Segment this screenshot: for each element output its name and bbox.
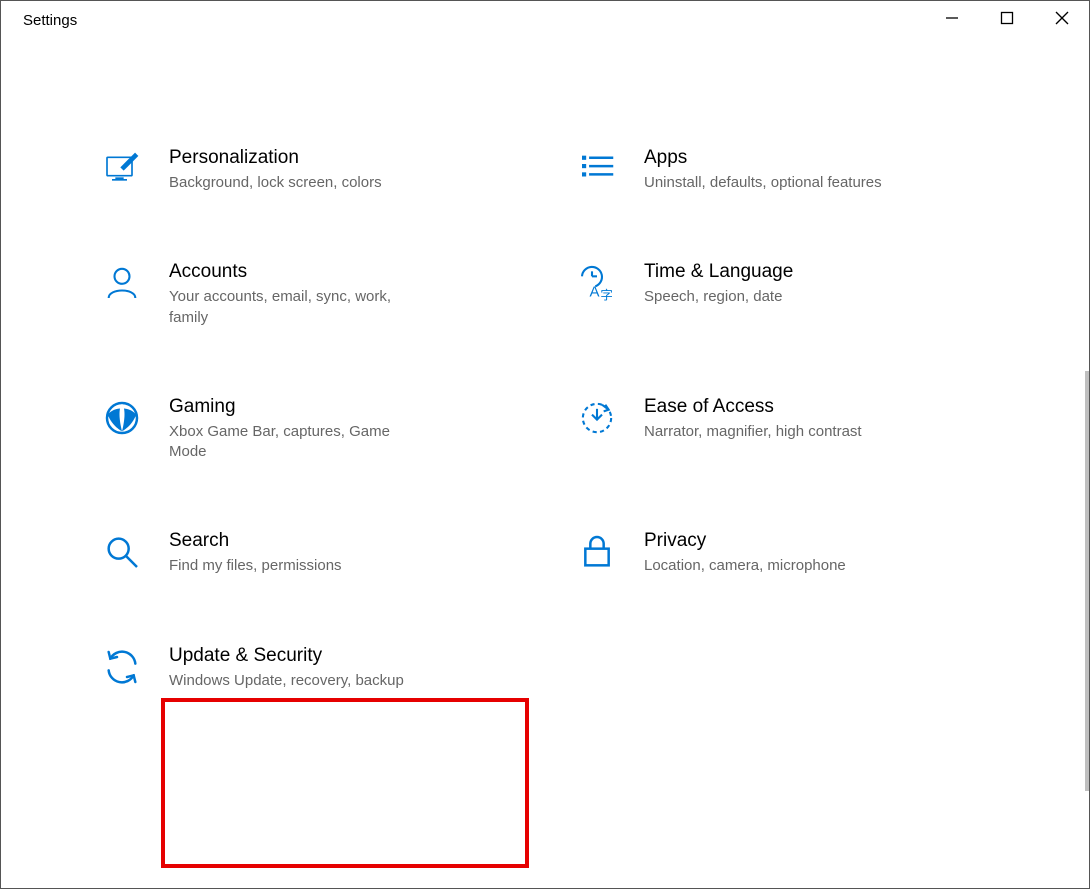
settings-grid: Personalization Background, lock screen,… bbox=[45, 39, 1045, 699]
svg-text:字: 字 bbox=[600, 288, 613, 303]
titlebar: Settings bbox=[1, 1, 1089, 39]
minimize-button[interactable] bbox=[924, 1, 979, 39]
search-icon bbox=[97, 530, 147, 572]
tile-heading: Personalization bbox=[169, 147, 429, 169]
window-title: Settings bbox=[23, 12, 77, 29]
tile-heading: Privacy bbox=[644, 530, 904, 552]
highlight-update-security bbox=[161, 698, 529, 868]
tile-accounts[interactable]: Accounts Your accounts, email, sync, wor… bbox=[85, 253, 530, 336]
tile-time-language[interactable]: A 字 Time & Language Speech, region, date bbox=[560, 253, 1005, 336]
maximize-icon bbox=[1000, 11, 1014, 25]
tile-sub: Find my files, permissions bbox=[169, 556, 429, 576]
tile-ease-of-access[interactable]: Ease of Access Narrator, magnifier, high… bbox=[560, 388, 1005, 471]
tile-personalization[interactable]: Personalization Background, lock screen,… bbox=[85, 139, 530, 201]
time-language-icon: A 字 bbox=[572, 261, 622, 303]
tile-sub: Speech, region, date bbox=[644, 287, 904, 307]
scrollbar[interactable] bbox=[1085, 371, 1089, 791]
tile-heading: Gaming bbox=[169, 396, 429, 418]
settings-window: Settings Personalization Background, loc… bbox=[0, 0, 1090, 889]
accounts-icon bbox=[97, 261, 147, 303]
tile-heading: Time & Language bbox=[644, 261, 904, 283]
tile-sub: Location, camera, microphone bbox=[644, 556, 904, 576]
tile-sub: Windows Update, recovery, backup bbox=[169, 671, 429, 691]
tile-apps[interactable]: Apps Uninstall, defaults, optional featu… bbox=[560, 139, 1005, 201]
tile-search[interactable]: Search Find my files, permissions bbox=[85, 522, 530, 584]
privacy-icon bbox=[572, 530, 622, 572]
personalization-icon bbox=[97, 147, 147, 189]
minimize-icon bbox=[945, 11, 959, 25]
tile-heading: Search bbox=[169, 530, 429, 552]
tile-heading: Update & Security bbox=[169, 645, 429, 667]
maximize-button[interactable] bbox=[979, 1, 1034, 39]
tile-sub: Narrator, magnifier, high contrast bbox=[644, 422, 904, 442]
tile-heading: Ease of Access bbox=[644, 396, 904, 418]
close-icon bbox=[1055, 11, 1069, 25]
tile-sub: Xbox Game Bar, captures, Game Mode bbox=[169, 422, 429, 463]
tile-heading: Accounts bbox=[169, 261, 429, 283]
update-security-icon bbox=[97, 645, 147, 687]
tile-gaming[interactable]: Gaming Xbox Game Bar, captures, Game Mod… bbox=[85, 388, 530, 471]
gaming-icon bbox=[97, 396, 147, 438]
svg-text:A: A bbox=[590, 284, 600, 301]
apps-icon bbox=[572, 147, 622, 189]
tile-sub: Background, lock screen, colors bbox=[169, 173, 429, 193]
close-button[interactable] bbox=[1034, 1, 1089, 39]
window-controls bbox=[924, 1, 1089, 39]
tile-privacy[interactable]: Privacy Location, camera, microphone bbox=[560, 522, 1005, 584]
ease-of-access-icon bbox=[572, 396, 622, 438]
tile-sub: Uninstall, defaults, optional features bbox=[644, 173, 904, 193]
tile-sub: Your accounts, email, sync, work, family bbox=[169, 287, 429, 328]
tile-update-security[interactable]: Update & Security Windows Update, recove… bbox=[85, 637, 530, 699]
tile-heading: Apps bbox=[644, 147, 904, 169]
